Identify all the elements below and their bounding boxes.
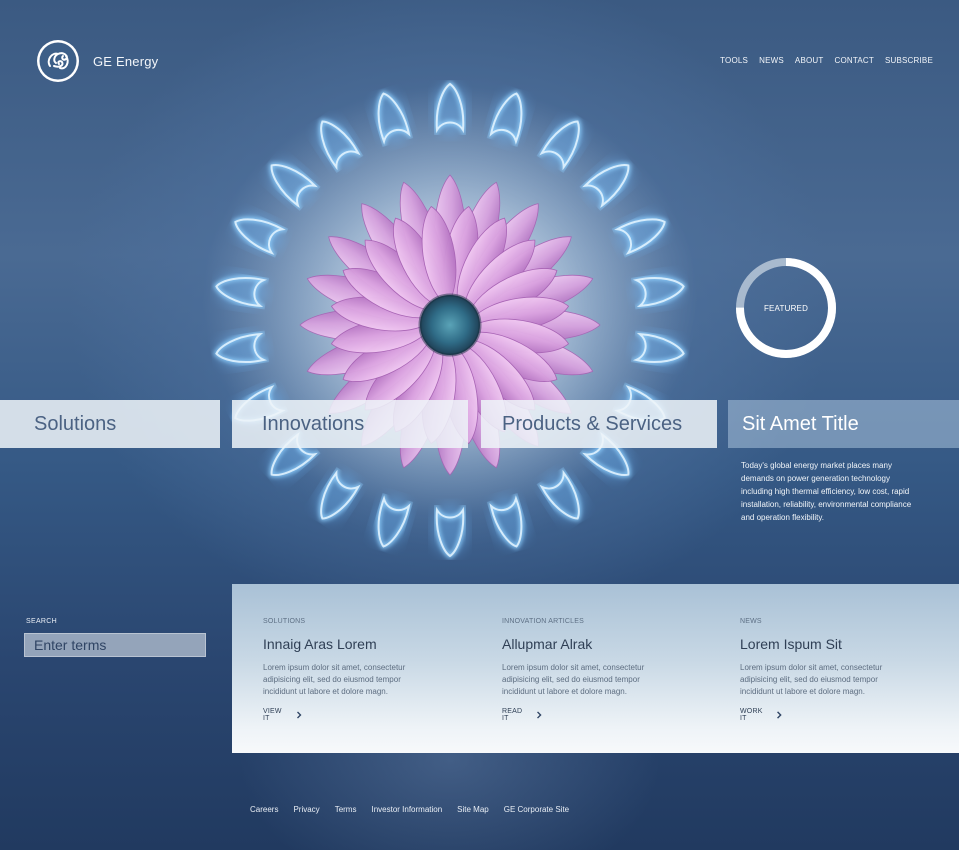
nav-subscribe[interactable]: SUBSCRIBE [885, 56, 933, 65]
work-it-link[interactable]: WORK IT [740, 708, 783, 722]
column-title: Innaig Aras Lorem [263, 636, 377, 652]
brand-name[interactable]: GE Energy [93, 54, 158, 69]
footer-privacy[interactable]: Privacy [293, 805, 319, 814]
category-solutions[interactable]: Solutions [0, 400, 220, 448]
footer-links: Careers Privacy Terms Investor Informati… [250, 805, 569, 814]
read-it-link[interactable]: READ IT [502, 708, 542, 722]
chevron-right-icon [777, 711, 783, 719]
view-it-link[interactable]: VIEW IT [263, 708, 302, 722]
nav-tools[interactable]: TOOLS [720, 56, 748, 65]
chevron-right-icon [296, 711, 302, 719]
footer-careers[interactable]: Careers [250, 805, 278, 814]
category-products-services[interactable]: Products & Services [481, 400, 717, 448]
link-label: WORK IT [740, 708, 763, 722]
column-category: NEWS [740, 618, 762, 625]
column-body: Lorem ipsum dolor sit amet, consectetur … [502, 663, 645, 696]
column-body: Lorem ipsum dolor sit amet, consectetur … [740, 663, 883, 696]
column-body: Lorem ipsum dolor sit amet, consectetur … [263, 663, 406, 696]
featured-label[interactable]: FEATURED [734, 304, 838, 313]
top-navigation: TOOLS NEWS ABOUT CONTACT SUBSCRIBE [720, 56, 933, 65]
column-category: SOLUTIONS [263, 618, 306, 625]
nav-about[interactable]: ABOUT [795, 56, 824, 65]
nav-contact[interactable]: CONTACT [834, 56, 873, 65]
feature-description: Today's global energy market places many… [741, 461, 912, 522]
column-category: INNOVATION ARTICLES [502, 618, 584, 625]
chevron-right-icon [537, 711, 542, 719]
search-label: SEARCH [26, 618, 57, 625]
footer-ge-corporate-site[interactable]: GE Corporate Site [504, 805, 569, 814]
column-title: Lorem Ispum Sit [740, 636, 842, 652]
nav-news[interactable]: NEWS [759, 56, 784, 65]
link-label: VIEW IT [263, 708, 282, 722]
column-title: Allupmar Alrak [502, 636, 593, 652]
footer-terms[interactable]: Terms [335, 805, 357, 814]
category-sit-amet-title[interactable]: Sit Amet Title [728, 400, 959, 448]
footer-investor-information[interactable]: Investor Information [371, 805, 442, 814]
content-panel: SOLUTIONS Innaig Aras Lorem Lorem ipsum … [232, 584, 959, 753]
category-innovations[interactable]: Innovations [232, 400, 468, 448]
link-label: READ IT [502, 708, 523, 722]
search-input[interactable] [24, 633, 206, 657]
ge-logo-icon[interactable] [36, 39, 80, 83]
footer-site-map[interactable]: Site Map [457, 805, 489, 814]
